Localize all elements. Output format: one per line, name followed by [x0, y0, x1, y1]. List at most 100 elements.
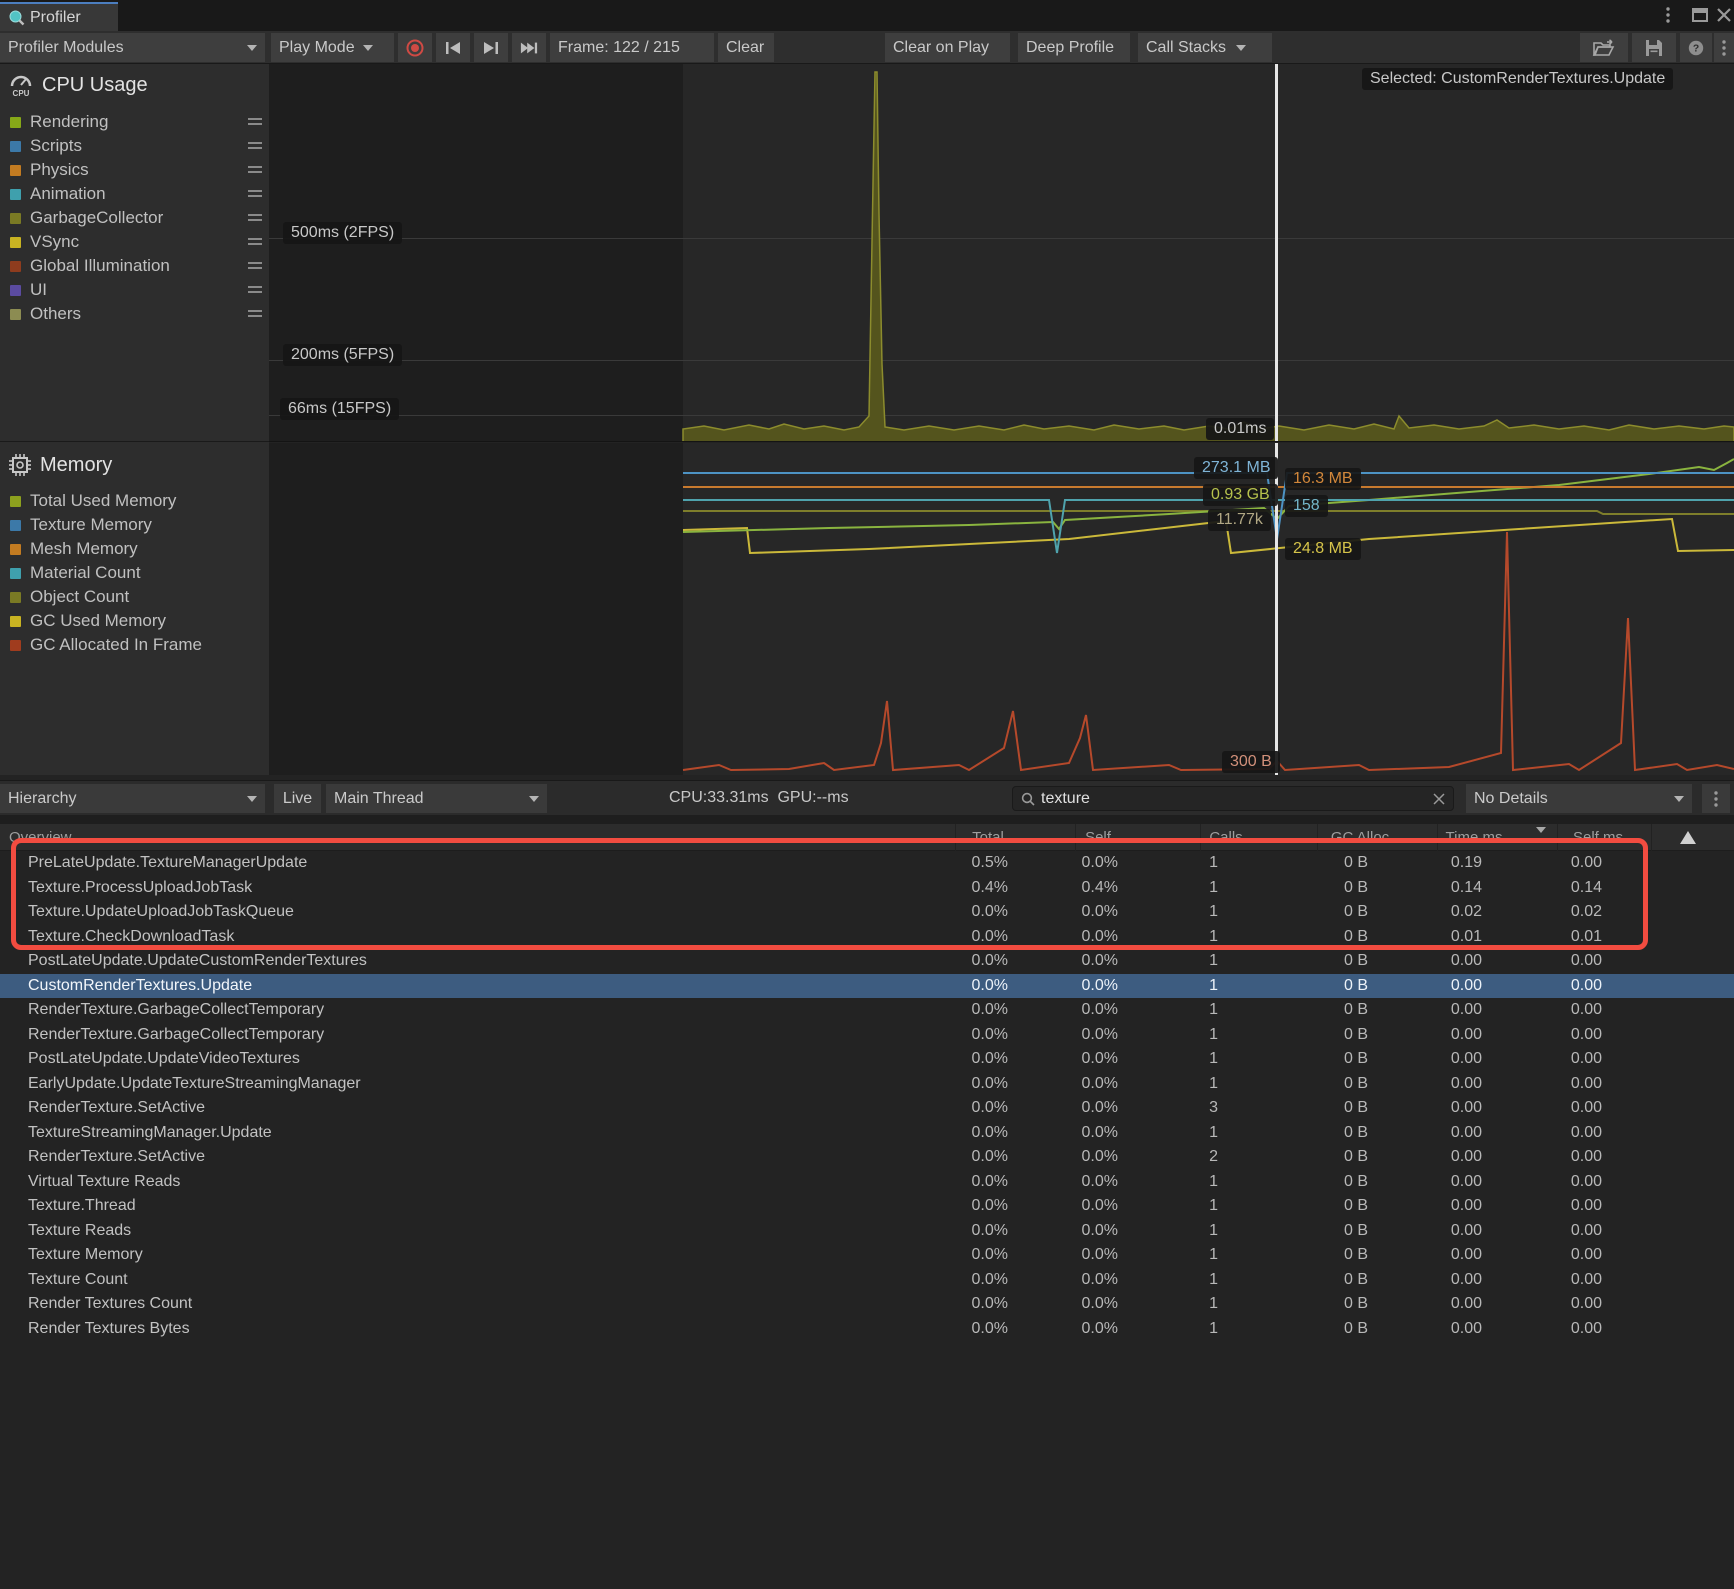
- record-button[interactable]: [398, 33, 432, 62]
- cpu-legend-item[interactable]: Rendering: [0, 110, 269, 134]
- drag-handle[interactable]: [248, 190, 262, 200]
- chevron-down-icon: [529, 796, 539, 802]
- table-row[interactable]: RenderTexture.GarbageCollectTemporary 0.…: [0, 998, 1734, 1023]
- table-row[interactable]: Virtual Texture Reads 0.0% 0.0% 1 0 B 0.…: [0, 1170, 1734, 1195]
- row-gc-alloc: 0 B: [1218, 1023, 1368, 1048]
- help-button[interactable]: ?: [1680, 33, 1712, 62]
- table-row[interactable]: Texture.ProcessUploadJobTask 0.4% 0.4% 1…: [0, 876, 1734, 901]
- maximize-button[interactable]: [1688, 4, 1712, 26]
- table-row[interactable]: CustomRenderTextures.Update 0.0% 0.0% 1 …: [0, 974, 1734, 999]
- drag-handle[interactable]: [248, 238, 262, 248]
- drag-handle[interactable]: [248, 310, 262, 320]
- drag-handle[interactable]: [248, 286, 262, 296]
- column-calls[interactable]: Calls: [1209, 829, 1242, 846]
- deep-profile-label: Deep Profile: [1026, 39, 1114, 57]
- table-row[interactable]: Texture Reads 0.0% 0.0% 1 0 B 0.00 0.00: [0, 1219, 1734, 1244]
- column-self[interactable]: Self: [1085, 829, 1111, 846]
- cpu-legend-item[interactable]: Others: [0, 302, 269, 326]
- first-frame-button[interactable]: [436, 33, 470, 62]
- cpu-usage-chart[interactable]: 500ms (2FPS) 200ms (5FPS) 66ms (15FPS) S…: [269, 64, 1734, 442]
- table-row[interactable]: Texture.Thread 0.0% 0.0% 1 0 B 0.00 0.00: [0, 1194, 1734, 1219]
- drag-handle[interactable]: [248, 142, 262, 152]
- drag-handle[interactable]: [248, 262, 262, 272]
- call-stacks-dropdown[interactable]: Call Stacks: [1138, 33, 1272, 62]
- memory-legend-item[interactable]: GC Allocated In Frame: [0, 633, 269, 657]
- row-gc-alloc: 0 B: [1218, 1047, 1368, 1072]
- live-toggle[interactable]: Live: [274, 784, 321, 813]
- cpu-legend-item[interactable]: GarbageCollector: [0, 206, 269, 230]
- table-row[interactable]: Texture Count 0.0% 0.0% 1 0 B 0.00 0.00: [0, 1268, 1734, 1293]
- memory-chart[interactable]: 273.1 MB 0.93 GB 11.77k 16.3 MB 158 24.8…: [269, 443, 1734, 775]
- memory-legend-item[interactable]: Material Count: [0, 561, 269, 585]
- row-total: 0.0%: [898, 1121, 1008, 1146]
- memory-legend: Total Used Memory Texture Memory Mesh Me…: [0, 489, 269, 657]
- table-row[interactable]: PostLateUpdate.UpdateVideoTextures 0.0% …: [0, 1047, 1734, 1072]
- column-self-ms[interactable]: Self ms: [1573, 829, 1623, 846]
- table-row[interactable]: EarlyUpdate.UpdateTextureStreamingManage…: [0, 1072, 1734, 1097]
- drag-handle[interactable]: [248, 118, 262, 128]
- table-row[interactable]: TextureStreamingManager.Update 0.0% 0.0%…: [0, 1121, 1734, 1146]
- cpu-legend-item[interactable]: Physics: [0, 158, 269, 182]
- thread-dropdown[interactable]: Main Thread: [326, 784, 547, 813]
- legend-label: Others: [30, 304, 81, 324]
- save-profile-button[interactable]: [1632, 33, 1676, 62]
- legend-label: Rendering: [30, 112, 108, 132]
- deep-profile-toggle[interactable]: Deep Profile: [1018, 33, 1130, 62]
- cpu-legend-item[interactable]: Animation: [0, 182, 269, 206]
- table-row[interactable]: RenderTexture.SetActive 0.0% 0.0% 2 0 B …: [0, 1145, 1734, 1170]
- close-button[interactable]: [1712, 4, 1734, 26]
- table-row[interactable]: Texture.CheckDownloadTask 0.0% 0.0% 1 0 …: [0, 925, 1734, 950]
- cpu-legend-item[interactable]: Global Illumination: [0, 254, 269, 278]
- clear-on-play-toggle[interactable]: Clear on Play: [885, 33, 1010, 62]
- column-gc-alloc[interactable]: GC Alloc: [1331, 829, 1389, 846]
- column-overview[interactable]: Overview: [9, 829, 72, 846]
- cpu-legend-item[interactable]: Scripts: [0, 134, 269, 158]
- clear-search-icon[interactable]: [1433, 793, 1445, 805]
- memory-legend-item[interactable]: GC Used Memory: [0, 609, 269, 633]
- next-frame-button[interactable]: [474, 33, 508, 62]
- row-self-ms: 0.00: [1482, 1145, 1602, 1170]
- table-row[interactable]: Texture.UpdateUploadJobTaskQueue 0.0% 0.…: [0, 900, 1734, 925]
- clear-button[interactable]: Clear: [718, 33, 774, 62]
- table-row[interactable]: Texture Memory 0.0% 0.0% 1 0 B 0.00 0.00: [0, 1243, 1734, 1268]
- play-mode-dropdown[interactable]: Play Mode: [271, 33, 394, 62]
- drag-handle[interactable]: [248, 166, 262, 176]
- table-row[interactable]: RenderTexture.GarbageCollectTemporary 0.…: [0, 1023, 1734, 1048]
- table-row[interactable]: RenderTexture.SetActive 0.0% 0.0% 3 0 B …: [0, 1096, 1734, 1121]
- memory-legend-item[interactable]: Object Count: [0, 585, 269, 609]
- cpu-playhead[interactable]: [1275, 64, 1278, 441]
- tab-profiler[interactable]: Profiler: [0, 2, 118, 31]
- search-input[interactable]: texture: [1012, 786, 1454, 811]
- hierarchy-menu-button[interactable]: [1702, 784, 1730, 813]
- cpu-legend-item[interactable]: VSync: [0, 230, 269, 254]
- table-row[interactable]: Render Textures Count 0.0% 0.0% 1 0 B 0.…: [0, 1292, 1734, 1317]
- column-total[interactable]: Total: [972, 829, 1004, 846]
- gc-used-memory-value: 24.8 MB: [1285, 538, 1361, 560]
- memory-legend-item[interactable]: Total Used Memory: [0, 489, 269, 513]
- load-profile-button[interactable]: [1580, 33, 1628, 62]
- column-time-ms[interactable]: Time ms: [1446, 829, 1503, 846]
- window-menu-button[interactable]: [1656, 4, 1680, 26]
- collapse-all-icon[interactable]: [1680, 831, 1696, 844]
- row-self-ms: 0.00: [1482, 1170, 1602, 1195]
- legend-swatch: [10, 285, 21, 296]
- table-row[interactable]: PostLateUpdate.UpdateCustomRenderTexture…: [0, 949, 1734, 974]
- cpu-legend-item[interactable]: UI: [0, 278, 269, 302]
- cpu-usage-module[interactable]: CPU CPU Usage Rendering Scripts: [0, 64, 269, 442]
- drag-handle[interactable]: [248, 214, 262, 224]
- memory-legend-item[interactable]: Texture Memory: [0, 513, 269, 537]
- row-gc-alloc: 0 B: [1218, 1243, 1368, 1268]
- hierarchy-mode-dropdown[interactable]: Hierarchy: [0, 784, 265, 813]
- table-header: Overview Total Self Calls GC Alloc Time …: [0, 824, 1734, 851]
- memory-module[interactable]: Memory Total Used Memory Texture Memory …: [0, 443, 269, 775]
- row-self: 0.0%: [1008, 949, 1118, 974]
- memory-legend-item[interactable]: Mesh Memory: [0, 537, 269, 561]
- table-row[interactable]: Render Textures Bytes 0.0% 0.0% 1 0 B 0.…: [0, 1317, 1734, 1342]
- module-panel: CPU CPU Usage Rendering Scripts: [0, 64, 269, 775]
- profiler-modules-dropdown[interactable]: Profiler Modules: [0, 33, 265, 62]
- details-dropdown[interactable]: No Details: [1466, 784, 1692, 813]
- last-frame-button[interactable]: [512, 33, 546, 62]
- row-self: 0.0%: [1008, 851, 1118, 876]
- table-row[interactable]: PreLateUpdate.TextureManagerUpdate 0.5% …: [0, 851, 1734, 876]
- toolbar-menu-button[interactable]: [1714, 33, 1734, 62]
